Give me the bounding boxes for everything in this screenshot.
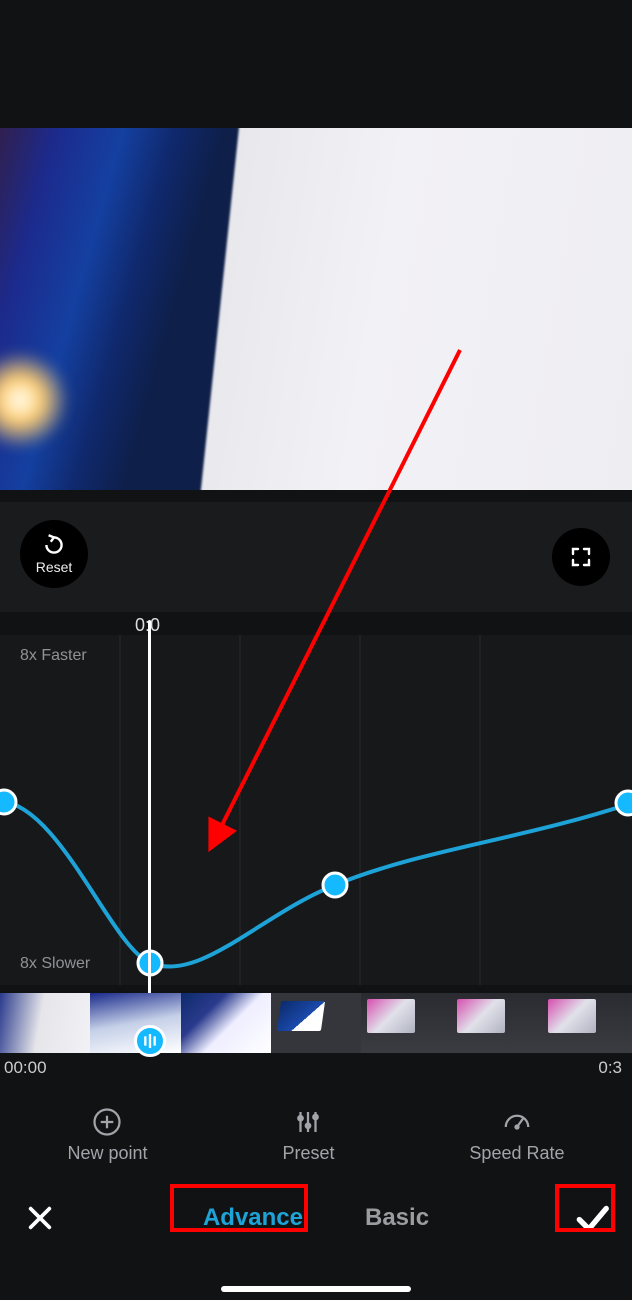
- graph-top-label: 8x Faster: [20, 647, 87, 665]
- reset-label: Reset: [36, 559, 73, 575]
- graph-bottom-label: 8x Slower: [20, 955, 90, 973]
- close-button[interactable]: [0, 1204, 80, 1232]
- filmstrip-thumb: [271, 993, 361, 1053]
- tab-row: Advance Basic: [0, 1188, 632, 1248]
- timeline-start-time: 00:00: [4, 1058, 47, 1078]
- filmstrip-thumb: [361, 993, 451, 1053]
- new-point-label: New point: [67, 1143, 147, 1164]
- filmstrip-thumb: [181, 993, 271, 1053]
- timeline-filmstrip[interactable]: [0, 993, 632, 1053]
- plus-circle-icon: [92, 1107, 122, 1137]
- tool-row: New point Preset Speed Rate: [0, 1095, 632, 1175]
- tab-advance[interactable]: Advance: [193, 1200, 313, 1236]
- gauge-icon: [502, 1107, 532, 1137]
- check-icon: [573, 1199, 611, 1237]
- new-point-button[interactable]: New point: [67, 1107, 147, 1164]
- speed-curve: [0, 635, 632, 985]
- preset-button[interactable]: Preset: [282, 1107, 334, 1164]
- reset-button[interactable]: Reset: [20, 520, 88, 588]
- filmstrip-thumb: [451, 993, 541, 1053]
- confirm-button[interactable]: [552, 1199, 632, 1237]
- speed-graph[interactable]: 0:0 8x Faster 8x Slower: [0, 635, 632, 985]
- speed-editor-screen: Reset 0:0 8x Faster 8x Slower: [0, 0, 632, 1300]
- close-icon: [26, 1204, 54, 1232]
- playhead-line[interactable]: [148, 620, 151, 1045]
- fullscreen-button[interactable]: [552, 528, 610, 586]
- filmstrip-thumb: [542, 993, 632, 1053]
- tabs: Advance Basic: [80, 1200, 552, 1236]
- fullscreen-icon: [569, 545, 593, 569]
- timeline-end-time: 0:3: [598, 1058, 622, 1078]
- playhead-handle[interactable]: [134, 1025, 166, 1057]
- filmstrip-thumb: [0, 993, 90, 1053]
- playhead-handle-icon: [143, 1034, 157, 1048]
- preset-label: Preset: [282, 1143, 334, 1164]
- reset-icon: [41, 532, 67, 558]
- sliders-icon: [293, 1107, 323, 1137]
- preview-controls: Reset: [0, 502, 632, 612]
- tab-basic[interactable]: Basic: [355, 1200, 439, 1236]
- speed-rate-label: Speed Rate: [469, 1143, 564, 1164]
- speed-rate-button[interactable]: Speed Rate: [469, 1107, 564, 1164]
- video-preview[interactable]: [0, 128, 632, 490]
- home-indicator: [221, 1286, 411, 1292]
